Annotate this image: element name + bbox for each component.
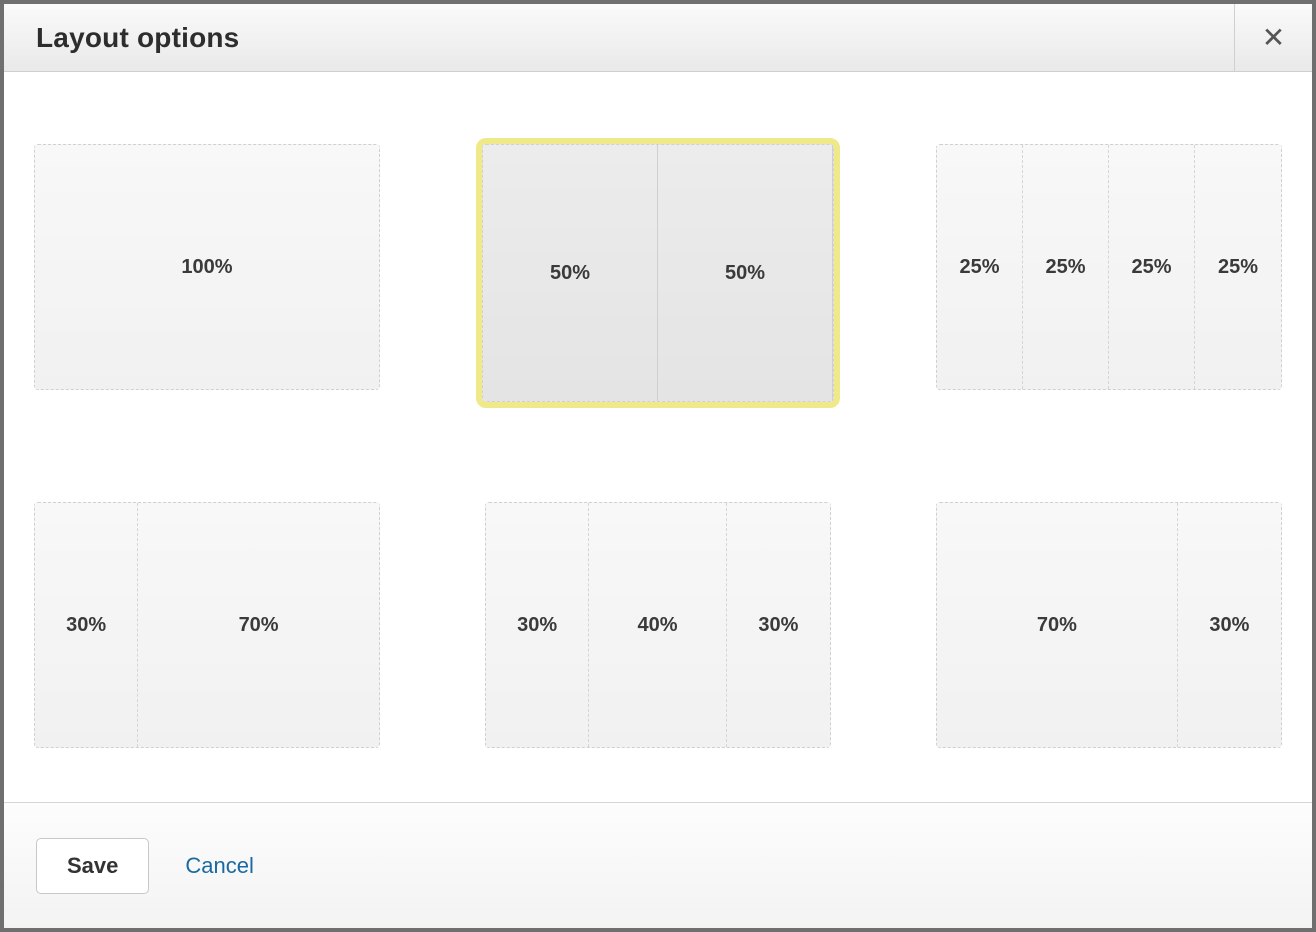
layout-cell: 30%	[727, 503, 830, 747]
layout-cell: 25%	[1023, 145, 1109, 389]
dialog-title: Layout options	[4, 22, 239, 54]
layout-cell: 25%	[937, 145, 1023, 389]
close-button[interactable]: ✕	[1234, 4, 1312, 71]
layout-cell: 70%	[138, 503, 379, 747]
layout-options-dialog: Layout options ✕ 100%50%50%25%25%25%25% …	[0, 0, 1316, 932]
dialog-body: 100%50%50%25%25%25%25% 30%70%30%40%30%70…	[4, 72, 1312, 802]
layout-cell: 30%	[35, 503, 138, 747]
layout-row-1: 100%50%50%25%25%25%25%	[34, 144, 1282, 402]
dialog-footer: Save Cancel	[4, 802, 1312, 928]
layout-cell: 40%	[589, 503, 727, 747]
layout-option-layout-25-25-25-25[interactable]: 25%25%25%25%	[936, 144, 1282, 390]
layout-cell: 25%	[1109, 145, 1195, 389]
layout-option-layout-30-40-30[interactable]: 30%40%30%	[485, 502, 831, 748]
layout-cell: 25%	[1195, 145, 1281, 389]
layout-option-layout-30-70[interactable]: 30%70%	[34, 502, 380, 748]
layout-cell: 100%	[35, 145, 379, 389]
layout-cell: 30%	[486, 503, 589, 747]
layout-cell: 50%	[658, 145, 833, 401]
layout-option-layout-100[interactable]: 100%	[34, 144, 380, 390]
dialog-header: Layout options ✕	[4, 4, 1312, 72]
layout-row-2: 30%70%30%40%30%70%30%	[34, 502, 1282, 748]
layout-cell: 50%	[483, 145, 658, 401]
cancel-link[interactable]: Cancel	[185, 853, 253, 879]
layout-cell: 30%	[1178, 503, 1281, 747]
layout-option-layout-70-30[interactable]: 70%30%	[936, 502, 1282, 748]
save-button[interactable]: Save	[36, 838, 149, 894]
close-icon: ✕	[1262, 21, 1285, 54]
layout-cell: 70%	[937, 503, 1178, 747]
layout-option-layout-50-50[interactable]: 50%50%	[482, 144, 834, 402]
